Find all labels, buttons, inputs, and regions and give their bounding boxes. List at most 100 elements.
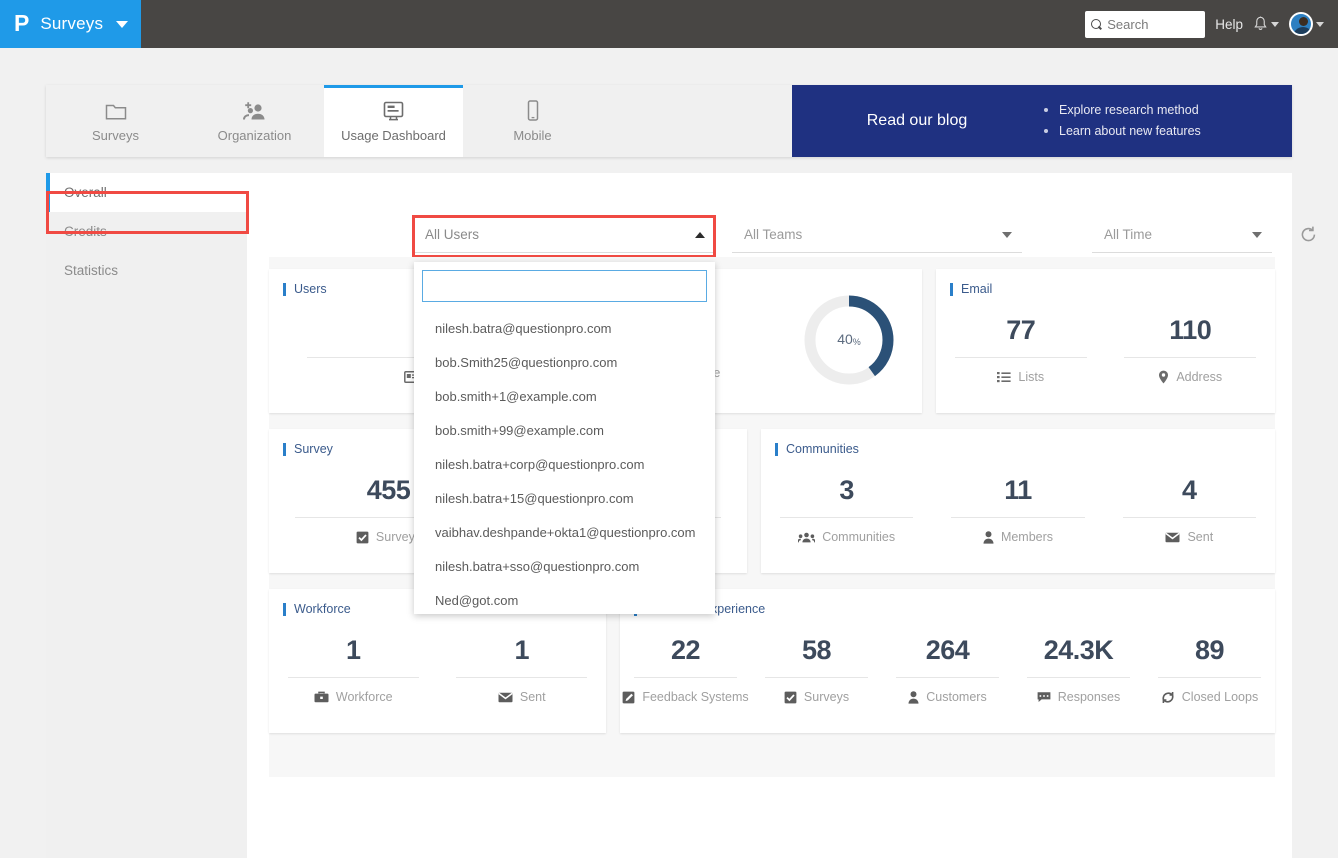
dropdown-search-input[interactable] <box>422 270 707 302</box>
storage-donut-chart: 40% <box>800 291 898 394</box>
notifications-menu[interactable] <box>1253 16 1279 33</box>
sidebar-item-label: Statistics <box>64 263 118 278</box>
tab-usage-dashboard[interactable]: Usage Dashboard <box>324 85 463 157</box>
avatar <box>1289 12 1313 36</box>
dropdown-option[interactable]: nilesh.batra+sso@questionpro.com <box>414 549 715 583</box>
tab-strip: Surveys Organization <box>46 85 1292 157</box>
metric-value: 1 <box>514 635 529 666</box>
metric-label: Members <box>1001 530 1053 544</box>
metric-closed-loops: 89 Closed Loops <box>1144 635 1275 704</box>
metric-label: Closed Loops <box>1182 690 1258 704</box>
metric-sent: 1 Sent <box>438 635 607 704</box>
metric-footer: Sent <box>498 690 546 704</box>
feedback-icon <box>622 691 635 704</box>
metric-value: 77 <box>1006 315 1035 346</box>
metric-value: 11 <box>1004 475 1032 506</box>
envelope-icon <box>498 692 513 703</box>
refresh-icon <box>1299 225 1318 244</box>
tab-label: Mobile <box>513 128 551 143</box>
search-input[interactable] <box>1107 17 1199 32</box>
metric-footer: Surveys <box>356 530 421 544</box>
dropdown-option[interactable]: Ned@got.com <box>414 583 715 617</box>
dropdown-option[interactable]: nilesh.batra+corp@questionpro.com <box>414 447 715 481</box>
metric-divider <box>1124 357 1256 358</box>
metric-divider <box>780 517 914 518</box>
user-menu[interactable] <box>1289 12 1324 36</box>
metric-footer: Address <box>1158 370 1222 384</box>
metric-value: 24.3K <box>1044 635 1114 666</box>
metric-label: Feedback Systems <box>642 690 748 704</box>
metric-label: Responses <box>1058 690 1121 704</box>
sidebar-item-credits[interactable]: Credits <box>46 212 247 251</box>
chevron-up-icon <box>695 232 705 238</box>
list-icon <box>997 371 1011 383</box>
metric-value: 89 <box>1195 635 1224 666</box>
metric-value: 4 <box>1182 475 1197 506</box>
dropdown-option[interactable]: vaibhav.deshpande+okta1@questionpro.com <box>414 515 715 549</box>
blog-banner-title: Read our blog <box>792 112 1042 130</box>
metric-footer: Responses <box>1037 690 1121 704</box>
metric-feedback-systems: 22 Feedback Systems <box>620 635 751 704</box>
person-icon <box>908 691 919 704</box>
metric-value: 455 <box>367 475 411 506</box>
card-metrics: 77 Lists <box>936 315 1275 384</box>
blog-banner[interactable]: Read our blog Explore research method Le… <box>792 85 1292 157</box>
all-time-label: All Time <box>1104 227 1152 242</box>
dropdown-option[interactable]: nilesh.batra@questionpro.com <box>414 311 715 345</box>
filter-bar: All Users All Teams All Time <box>247 173 1292 257</box>
all-users-dropdown[interactable]: nilesh.batra@questionpro.com bob.Smith25… <box>414 262 715 614</box>
brand-surveys-menu[interactable]: P Surveys <box>0 0 141 48</box>
refresh-button[interactable] <box>1299 225 1318 249</box>
tab-mobile[interactable]: Mobile <box>463 85 602 157</box>
main-panel: All Users All Teams All Time <box>247 173 1292 858</box>
dropdown-option[interactable]: nilesh.batra+15@questionpro.com <box>414 481 715 515</box>
brand-label: Surveys <box>40 14 103 34</box>
help-link[interactable]: Help <box>1215 17 1243 32</box>
top-bar: P Surveys Help <box>0 0 1338 48</box>
sidebar-item-overall[interactable]: Overall <box>46 173 247 212</box>
sidebar-item-statistics[interactable]: Statistics <box>46 251 247 290</box>
metric-divider <box>634 677 736 678</box>
all-users-select[interactable]: All Users <box>413 217 715 253</box>
tab-organization[interactable]: Organization <box>185 85 324 157</box>
dropdown-option[interactable]: bob.smith+1@example.com <box>414 379 715 413</box>
all-time-select[interactable]: All Time <box>1092 217 1272 253</box>
tab-surveys[interactable]: Surveys <box>46 85 185 157</box>
content-shell: Overall Credits Statistics All Users All… <box>46 173 1292 858</box>
metric-lists: 77 Lists <box>936 315 1106 384</box>
all-teams-label: All Teams <box>744 227 802 242</box>
dropdown-option[interactable]: bob.smith+99@example.com <box>414 413 715 447</box>
card-title: Survey <box>283 443 333 456</box>
top-bar-actions: Help <box>1085 0 1324 48</box>
search-box[interactable] <box>1085 11 1205 38</box>
metric-footer: Surveys <box>784 690 849 704</box>
metric-surveys: 58 Surveys <box>751 635 882 704</box>
metric-label: Lists <box>1018 370 1044 384</box>
envelope-icon <box>1165 532 1180 543</box>
metric-footer: Workforce <box>314 690 393 704</box>
all-users-label: All Users <box>425 227 479 242</box>
metric-label: Sent <box>1187 530 1213 544</box>
metric-value: 22 <box>671 635 700 666</box>
metric-workforce: 1 Workforce <box>269 635 438 704</box>
chevron-down-icon <box>1002 232 1012 238</box>
comment-icon <box>1037 691 1051 703</box>
card-communities: Communities 3 <box>761 429 1275 573</box>
metric-customers: 264 Customers <box>882 635 1013 704</box>
metric-sent: 4 Sent <box>1104 475 1275 544</box>
person-icon <box>983 531 994 544</box>
briefcase-icon <box>314 691 329 703</box>
tab-label: Usage Dashboard <box>341 128 446 143</box>
metric-divider <box>1027 677 1129 678</box>
loop-icon <box>1161 691 1175 704</box>
blog-bullet: Explore research method <box>1042 100 1201 121</box>
all-teams-select[interactable]: All Teams <box>732 217 1022 253</box>
folder-icon <box>105 99 127 121</box>
search-icon <box>1091 19 1102 30</box>
metric-value: 110 <box>1169 315 1211 346</box>
metric-divider <box>1123 517 1257 518</box>
card-title: Workforce <box>283 603 351 616</box>
dropdown-option[interactable]: bob.Smith25@questionpro.com <box>414 345 715 379</box>
metric-divider <box>896 677 998 678</box>
metric-value: 264 <box>926 635 970 666</box>
